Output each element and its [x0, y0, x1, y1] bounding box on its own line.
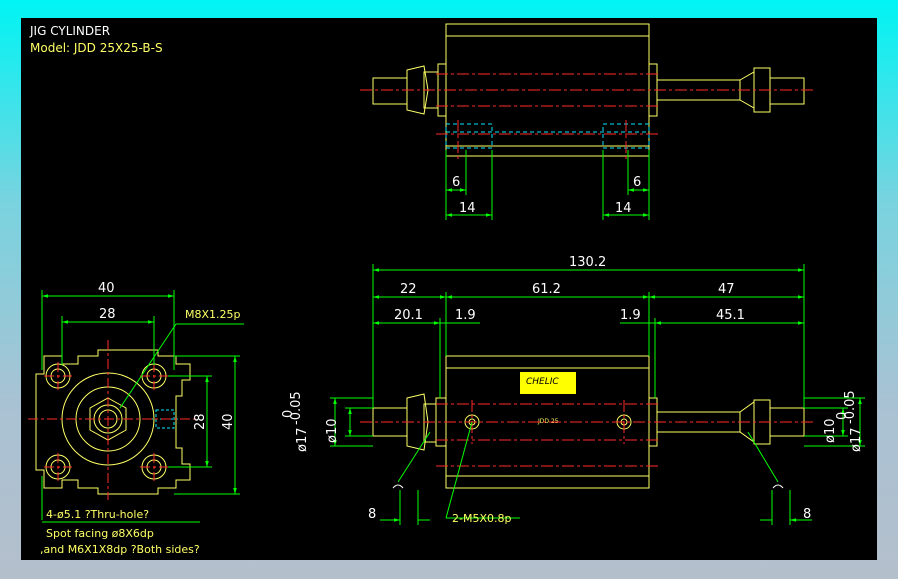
dim-overall: 130.2: [569, 255, 606, 270]
dim-nut-right: 8: [803, 507, 811, 522]
dim-left-rod: 22: [400, 282, 417, 297]
port-note: 2-M5X0.8p: [452, 512, 511, 525]
dim-end-v-height: 40: [221, 413, 236, 430]
side-view: CHELIC JDD 25 130.2 22 61.2 47 20.1 1.9 …: [281, 255, 865, 525]
dim-left-inner: 20.1: [394, 308, 423, 323]
dim-body: 61.2: [532, 282, 561, 297]
dim-nut-left: 8: [368, 507, 376, 522]
tol-lower-left: -0.05: [289, 391, 304, 425]
dim-left-gap: 1.9: [455, 308, 476, 323]
spot-note-2: ,and M6X1X8dp ?Both sides?: [40, 543, 200, 556]
dim-end-pitch: 28: [99, 307, 116, 322]
cad-drawing: JIG CYLINDER Model: JDD 25X25-B-S 6 6 14…: [28, 23, 865, 556]
spot-note-1: Spot facing ø8X6dp: [46, 527, 154, 540]
dim-rod-dia-left: ø10: [325, 419, 340, 444]
dim-right-rod: 47: [718, 282, 735, 297]
dim-rod-dia-right: ø10: [823, 419, 838, 444]
drawing-canvas: JIG CYLINDER Model: JDD 25X25-B-S 6 6 14…: [21, 18, 877, 560]
dim-rod-tol-left: ø17: [295, 428, 310, 453]
model-label: Model: JDD 25X25-B-S: [30, 41, 163, 55]
top-view: 6 6 14 14: [360, 23, 815, 220]
dim-end-v-pitch: 28: [193, 413, 208, 430]
hole-note: 4-ø5.1 ?Thru-hole?: [46, 508, 149, 521]
dim-top-left: 6: [452, 175, 460, 190]
dim-top-left-width: 14: [459, 201, 476, 216]
dim-right-inner: 45.1: [716, 308, 745, 323]
thread-note: M8X1.25p: [185, 308, 241, 321]
dim-top-right-width: 14: [615, 201, 632, 216]
dim-right-gap: 1.9: [620, 308, 641, 323]
dim-top-right: 6: [633, 175, 641, 190]
brand-label: CHELIC: [526, 377, 559, 387]
end-view: 40 28 M8X1.25p 28 40 4-ø5.1 ?Thru-hole? …: [28, 281, 244, 556]
dim-end-width: 40: [98, 281, 115, 296]
dim-rod-tol-right: ø17: [849, 428, 864, 453]
tol-lower-right: -0.05: [843, 390, 858, 424]
drawing-title: JIG CYLINDER: [29, 24, 110, 38]
